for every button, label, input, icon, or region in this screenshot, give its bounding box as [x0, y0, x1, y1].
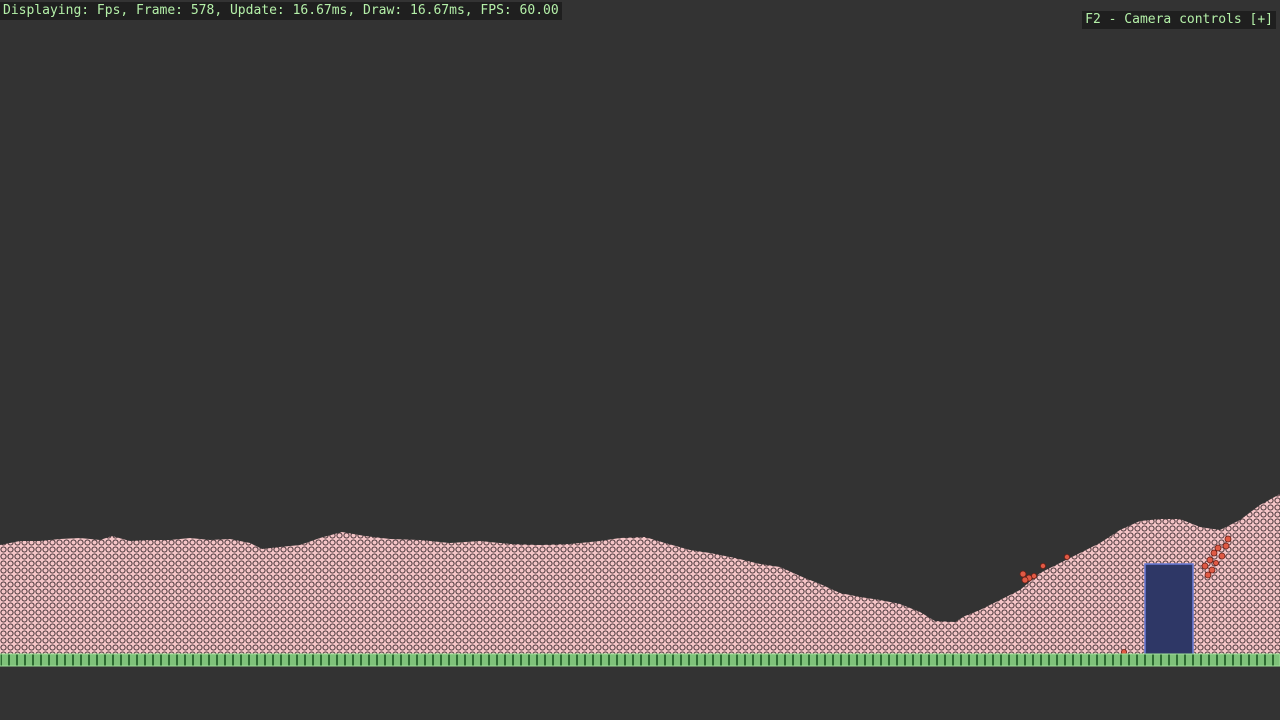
simulation-canvas[interactable] — [0, 0, 1280, 720]
camera-controls-toggle[interactable]: F2 - Camera controls [+] — [1082, 11, 1276, 29]
ground-floor — [0, 653, 1280, 667]
stats-overlay: Displaying: Fps, Frame: 578, Update: 16.… — [0, 2, 562, 20]
game-viewport[interactable]: Displaying: Fps, Frame: 578, Update: 16.… — [0, 0, 1280, 720]
particle-pile — [0, 494, 1280, 655]
rigid-body-box[interactable] — [1144, 563, 1194, 661]
